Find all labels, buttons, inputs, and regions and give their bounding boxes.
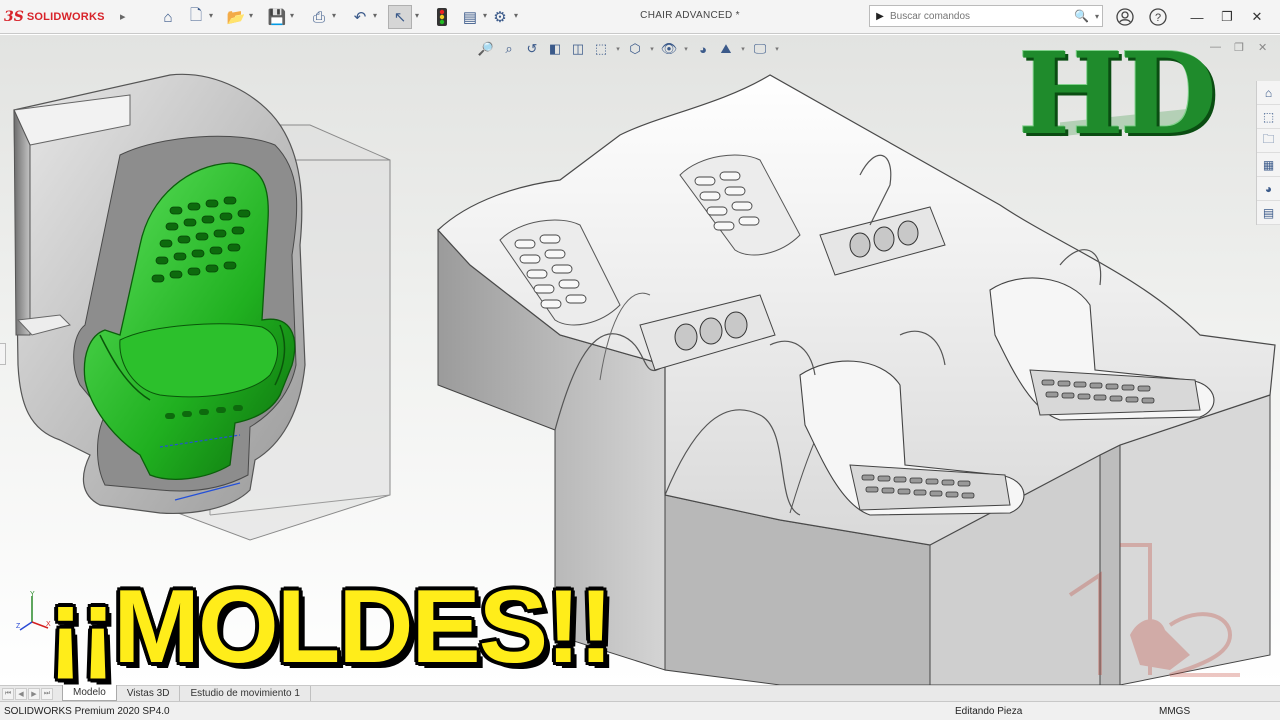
next-tab-arrow-icon[interactable]: ▶ — [28, 687, 40, 700]
reference-triad: Y X Z — [16, 591, 51, 631]
task-pane-tabs: ⌂ ⬚ 🗀 ▦ ◕ ▤ — [1256, 81, 1280, 225]
select-cursor-icon[interactable]: ↖ — [388, 5, 412, 29]
select-dropdown-chevron-icon[interactable]: ▾ — [415, 11, 419, 20]
tab-vistas-3d[interactable]: Vistas 3D — [116, 686, 181, 701]
file-explorer-folder-icon[interactable]: 🗀 — [1257, 129, 1280, 153]
view-palette-icon[interactable]: ▦ — [1257, 153, 1280, 177]
user-account-icon[interactable] — [1114, 6, 1136, 28]
svg-text:?: ? — [1155, 12, 1161, 24]
previous-tab-arrow-icon[interactable]: ◀ — [15, 687, 27, 700]
save-icon[interactable]: 💾 — [265, 5, 289, 29]
rebuild-traffic-light-icon[interactable] — [430, 5, 454, 29]
tab-scroll-controls: ⏮ ◀ ▶ ⏭ — [0, 686, 62, 701]
custom-properties-icon[interactable]: ▤ — [1257, 201, 1280, 225]
new-dropdown-chevron-icon[interactable]: ▾ — [209, 11, 213, 20]
restore-window-icon[interactable]: ❐ — [1216, 6, 1238, 28]
design-library-icon[interactable]: ⬚ — [1257, 105, 1280, 129]
minimize-window-icon[interactable]: — — [1186, 6, 1208, 28]
undo-dropdown-chevron-icon[interactable]: ▾ — [373, 11, 377, 20]
file-properties-icon[interactable]: ▤ — [458, 5, 482, 29]
home-icon[interactable]: ⌂ — [156, 5, 180, 29]
search-dropdown-chevron-icon[interactable]: ▾ — [1095, 12, 1099, 21]
options-dropdown-chevron-icon[interactable]: ▾ — [514, 11, 518, 20]
ds-logo-mark: 3S — [4, 9, 24, 25]
appearances-scenes-icon[interactable]: ◕ — [1257, 177, 1280, 201]
new-document-icon[interactable]: 🗋 — [184, 5, 208, 29]
last-tab-arrow-icon[interactable]: ⏭ — [41, 687, 53, 700]
undo-icon[interactable]: ↶ — [348, 5, 372, 29]
tab-modelo[interactable]: Modelo — [62, 685, 117, 701]
bottom-tabs: ⏮ ◀ ▶ ⏭ Modelo Vistas 3D Estudio de movi… — [0, 685, 1280, 701]
mold-block-with-chair[interactable] — [13, 73, 391, 541]
edit-mode-status: Editando Pieza — [955, 706, 1023, 717]
open-folder-icon[interactable]: 📂 — [224, 5, 248, 29]
moldes-headline: ¡¡MOLDES!! — [48, 569, 613, 685]
tab-estudio-de-movimiento[interactable]: Estudio de movimiento 1 — [180, 686, 311, 701]
triad-z-label: Z — [16, 623, 21, 630]
unit-system[interactable]: MMGS — [1159, 706, 1190, 717]
hd-badge: HD — [1018, 35, 1217, 160]
close-window-icon[interactable]: ✕ — [1246, 6, 1268, 28]
menu-expand-chevron-icon[interactable]: ▸ — [120, 10, 126, 23]
status-bar: SOLIDWORKS Premium 2020 SP4.0 Editando P… — [0, 701, 1280, 720]
options-gear-icon[interactable]: ⚙ — [488, 5, 512, 29]
command-search[interactable]: ▶ 🔍 ▾ — [869, 5, 1103, 27]
solidworks-logo[interactable]: 3S SOLIDWORKS — [4, 8, 105, 26]
open-dropdown-chevron-icon[interactable]: ▾ — [249, 11, 253, 20]
document-title: CHAIR ADVANCED * — [640, 10, 740, 21]
command-prompt-icon: ▶ — [876, 10, 884, 22]
properties-dropdown-chevron-icon[interactable]: ▾ — [483, 11, 487, 20]
app-name: SOLIDWORKS — [26, 11, 105, 23]
first-tab-arrow-icon[interactable]: ⏮ — [2, 687, 14, 700]
print-dropdown-chevron-icon[interactable]: ▾ — [332, 11, 336, 20]
graphics-area[interactable]: 🔎 ⌕ ↺ ◧ ◫ ⬚ ▾ ⬡ ▾ 👁 ▾ ◕ ⛰ ▾ 🖵 ▾ — ❐ ✕ ⌂ … — [0, 35, 1280, 685]
save-dropdown-chevron-icon[interactable]: ▾ — [290, 11, 294, 20]
triad-y-label: Y — [30, 591, 35, 598]
search-input[interactable] — [890, 10, 1070, 22]
product-version: SOLIDWORKS Premium 2020 SP4.0 — [4, 706, 170, 717]
solidworks-resources-home-icon[interactable]: ⌂ — [1257, 81, 1280, 105]
help-icon[interactable]: ? — [1147, 6, 1169, 28]
channel-watermark-logo — [1068, 543, 1240, 677]
print-icon[interactable]: ⎙ — [307, 5, 331, 29]
search-icon[interactable]: 🔍 — [1074, 9, 1089, 23]
title-toolbar: 3S SOLIDWORKS ▸ ⌂ 🗋 ▾ 📂 ▾ 💾 ▾ ⎙ ▾ ↶ ▾ ↖ … — [0, 0, 1280, 34]
